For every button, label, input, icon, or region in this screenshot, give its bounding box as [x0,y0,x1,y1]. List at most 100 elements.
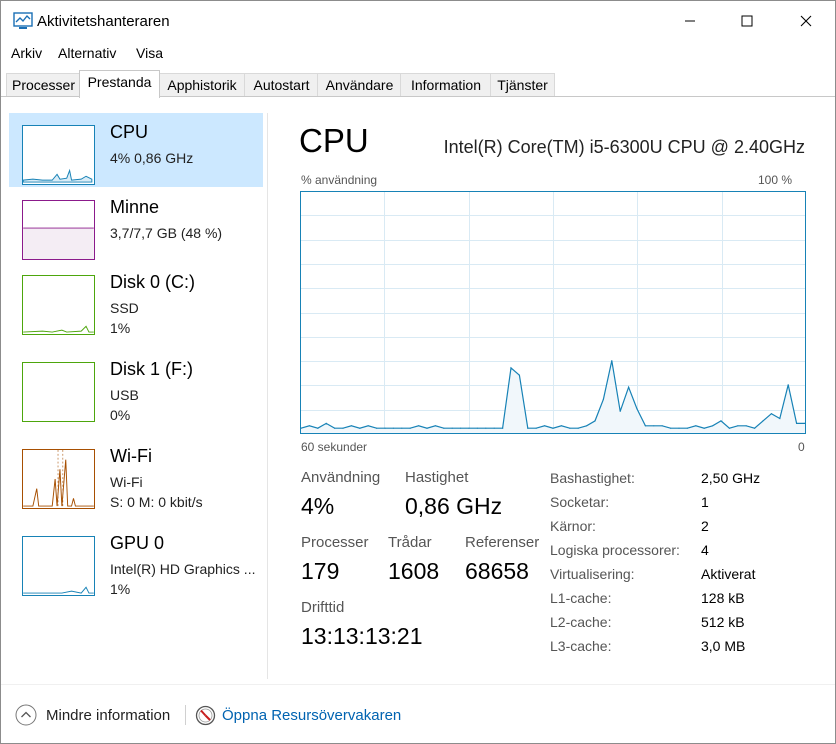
cpu-usage-point [804,422,806,424]
uptime-label: Drifttid [301,599,345,616]
spec-value: 512 kB [701,614,745,630]
handles-value: 68658 [465,558,529,584]
cpu-usage-point [535,427,537,429]
page-title: CPU [299,122,369,159]
cpu-usage-point [728,427,730,429]
cpu-usage-point [510,367,512,369]
cpu-usage-point [586,425,588,427]
usage-value: 4% [301,493,335,519]
sidebar-subtitle: USB [110,387,139,403]
cpu-usage-point [754,427,756,429]
cpu-model-name: Intel(R) Core(TM) i5-6300U CPU @ 2.40GHz [443,137,805,157]
sidebar-item-memory[interactable]: Minne 3,7/7,7 GB (48 %) [9,188,263,262]
sidebar-item-gpu0[interactable]: GPU 0 Intel(R) HD Graphics ... 1% [9,524,263,598]
resource-monitor-icon [195,705,216,725]
cpu-usage-point [737,425,739,427]
cpu-usage-point [434,425,436,427]
tab-autostart[interactable]: Autostart [244,73,319,97]
cpu-usage-point [770,413,772,415]
cpu-usage-point [384,427,386,429]
cpu-usage-point [367,425,369,427]
cpu-thumbnail-graph [22,125,95,185]
cpu-usage-point [594,420,596,422]
cpu-usage-point [468,427,470,429]
spec-label: Virtualisering: [550,566,635,582]
task-manager-icon [13,12,33,29]
cpu-usage-point [762,420,764,422]
cpu-usage-point [325,422,327,424]
spec-label: L3-cache: [550,638,612,654]
cpu-usage-point [308,425,310,427]
sidebar-item-cpu[interactable]: CPU 4% 0,86 GHz [9,113,263,187]
sidebar-item-disk0[interactable]: Disk 0 (C:) SSD 1% [9,263,263,337]
sidebar-title: Wi-Fi [110,446,152,466]
processes-label: Processer [301,534,369,551]
sidebar-subtitle: SSD [110,300,139,316]
speed-label: Hastighet [405,469,469,486]
tab-processer[interactable]: Processer [6,73,81,97]
cpu-usage-point [720,420,722,422]
tab-apphistorik[interactable]: Apphistorik [158,73,246,97]
spec-value: 128 kB [701,590,745,606]
panel-divider [267,113,268,679]
cpu-usage-point [317,427,319,429]
close-button[interactable] [777,1,835,41]
sidebar-title: GPU 0 [110,533,165,553]
cpu-usage-point [686,427,688,429]
sidebar-title: CPU [110,122,149,142]
tab-prestanda[interactable]: Prestanda [79,70,160,98]
cpu-usage-point [443,427,445,429]
minimize-button[interactable] [661,1,719,41]
menu-visa[interactable]: Visa [136,45,163,61]
maximize-button[interactable] [718,1,776,41]
cpu-usage-point [426,427,428,429]
open-resource-monitor-link[interactable]: Öppna Resursövervakaren [195,703,401,727]
cpu-usage-point [418,425,420,427]
graph-y-label: % användning [301,173,378,187]
cpu-usage-point [787,384,789,386]
spec-label: Kärnor: [550,518,596,534]
graph-x-end-label: 0 [798,440,805,454]
sidebar-item-wifi[interactable]: Wi-Fi Wi-Fi S: 0 M: 0 kbit/s [9,437,263,511]
gpu-thumbnail-graph [22,536,95,596]
cpu-usage-point [661,425,663,427]
spec-label: Logiska processorer: [550,542,680,558]
footer-separator [1,684,835,685]
tab-anvandare[interactable]: Användare [317,73,402,97]
cpu-usage-point [493,427,495,429]
task-manager-window: Aktivitetshanteraren Arkiv Alternativ Vi… [0,0,836,744]
threads-value: 1608 [388,558,440,584]
cpu-usage-point [779,417,781,420]
memory-thumbnail-graph [22,200,95,260]
sidebar-detail: 1% [110,581,131,597]
cpu-usage-point [636,408,638,410]
spec-value: 4 [701,542,709,558]
cpu-usage-point [712,425,714,427]
spec-value: 2,50 GHz [701,470,761,486]
disk0-thumbnail-graph [22,275,95,335]
cpu-usage-point [502,427,504,429]
spec-value: 1 [701,494,709,510]
graph-y-max-label: 100 % [758,173,793,187]
fewer-details-button[interactable]: Mindre information [15,703,170,727]
tab-tjanster[interactable]: Tjänster [490,73,555,97]
cpu-usage-point [518,374,520,376]
menu-arkiv[interactable]: Arkiv [11,45,42,61]
cpu-usage-point [359,427,361,429]
cpu-usage-point [678,427,680,429]
footer-divider [185,705,186,725]
chevron-up-icon [15,704,37,726]
title-bar[interactable]: Aktivitetshanteraren [1,1,835,41]
tab-information[interactable]: Information [400,73,492,97]
sidebar-detail: S: 0 M: 0 kbit/s [110,494,203,510]
menu-alternativ[interactable]: Alternativ [58,45,116,61]
close-icon [800,15,812,27]
cpu-usage-point [392,427,394,429]
sidebar-item-disk1[interactable]: Disk 1 (F:) USB 0% [9,350,263,424]
cpu-usage-point [644,425,646,427]
cpu-usage-point [577,427,579,429]
cpu-usage-point [703,427,705,429]
sidebar-title: Disk 1 (F:) [110,359,193,379]
cpu-usage-point [409,427,411,429]
cpu-usage-point [653,425,655,427]
